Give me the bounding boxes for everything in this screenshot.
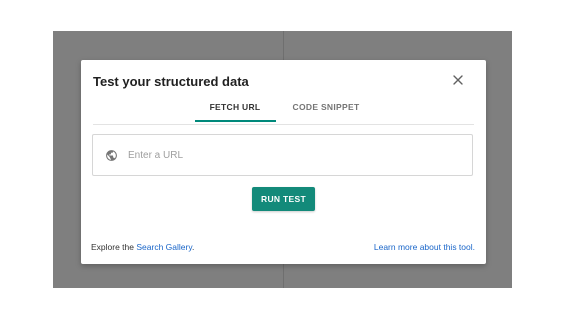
run-test-button[interactable]: RUN TEST xyxy=(252,187,315,211)
learn-more-container: Learn more about this tool. xyxy=(374,242,475,252)
explore-text: Explore the Search Gallery. xyxy=(91,242,194,252)
url-field[interactable] xyxy=(92,134,473,176)
page: Test your structured data FETCH URL CODE… xyxy=(0,0,565,318)
tabs-divider xyxy=(93,124,474,125)
url-input[interactable] xyxy=(128,145,458,165)
explore-prefix: Explore the xyxy=(91,242,137,252)
tab-bar: FETCH URL CODE SNIPPET xyxy=(81,100,486,124)
structured-data-dialog: Test your structured data FETCH URL CODE… xyxy=(81,60,486,264)
tab-fetch-url[interactable]: FETCH URL xyxy=(194,102,276,112)
search-gallery-link[interactable]: Search Gallery xyxy=(136,242,192,252)
close-button[interactable] xyxy=(450,72,466,88)
dialog-title: Test your structured data xyxy=(93,74,249,89)
globe-icon xyxy=(106,150,117,161)
active-tab-indicator xyxy=(195,120,276,122)
explore-suffix: . xyxy=(191,242,195,252)
close-icon xyxy=(453,75,463,85)
learn-more-link[interactable]: Learn more about this tool. xyxy=(374,242,475,252)
tab-code-snippet[interactable]: CODE SNIPPET xyxy=(286,102,366,112)
